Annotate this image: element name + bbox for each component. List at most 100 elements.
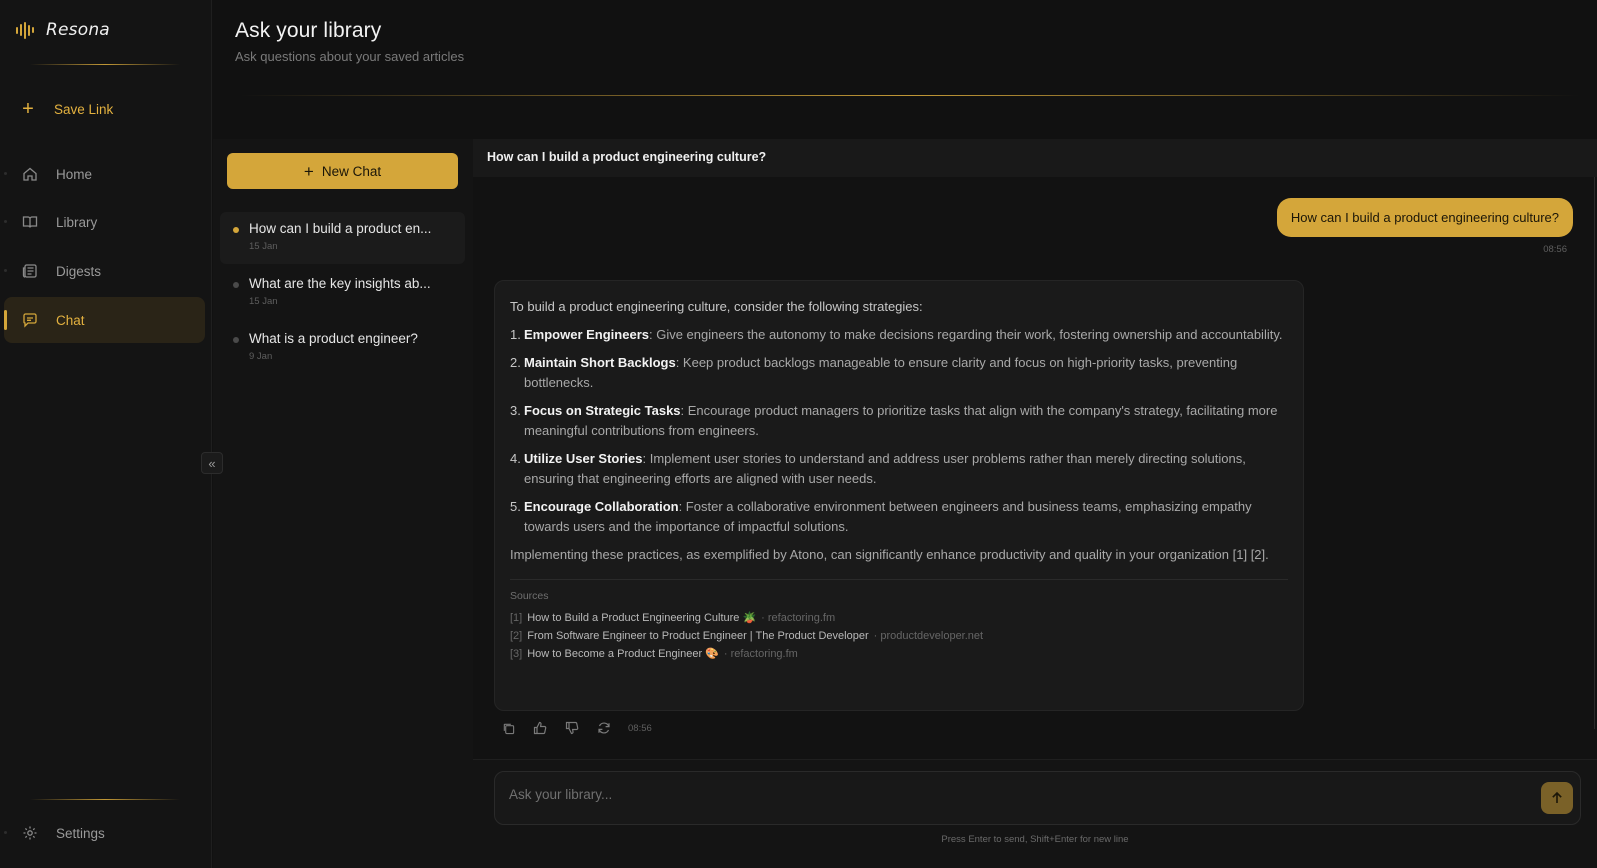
refresh-icon[interactable]	[596, 720, 612, 736]
list-number: 1.	[510, 327, 521, 342]
book-icon	[21, 214, 38, 231]
list-item: 3. Focus on Strategic Tasks: Encourage p…	[510, 401, 1288, 441]
nav-indicator	[4, 269, 7, 272]
page-title: Ask your library	[235, 19, 382, 42]
composer-area: Press Enter to send, Shift+Enter for new…	[473, 759, 1597, 868]
brand[interactable]: Resona	[16, 20, 110, 40]
new-chat-button[interactable]: + New Chat	[227, 153, 458, 189]
conversation-area[interactable]: How can I build a product engineering cu…	[473, 177, 1597, 759]
chat-status-dot	[233, 337, 239, 343]
list-item: 4. Utilize User Stories: Implement user …	[510, 449, 1288, 489]
chat-history-item[interactable]: What are the key insights ab... 15 Jan	[220, 267, 465, 319]
source-domain: · refactoring.fm	[723, 648, 798, 660]
home-icon	[21, 166, 38, 183]
sidebar-item-label: Chat	[56, 312, 85, 328]
page-subtitle: Ask questions about your saved articles	[235, 49, 465, 64]
source-domain: · productdeveloper.net	[873, 630, 984, 642]
message-actions: 08:56	[500, 720, 652, 736]
gear-icon	[21, 825, 38, 842]
sources-label: Sources	[510, 590, 549, 602]
sidebar-item-label: Home	[56, 166, 93, 182]
divider	[30, 64, 180, 65]
sidebar-item-digests[interactable]: Digests	[4, 248, 205, 294]
nav-indicator	[4, 831, 7, 834]
sidebar-item-library[interactable]: Library	[4, 199, 205, 245]
source-index: [2]	[510, 630, 523, 642]
conversation-title: How can I build a product engineering cu…	[473, 139, 1597, 177]
list-item: 5. Encourage Collaboration: Foster a col…	[510, 497, 1288, 537]
source-link[interactable]: [1] How to Build a Product Engineering Cu…	[510, 609, 1288, 627]
composer-hint: Press Enter to send, Shift+Enter for new…	[941, 834, 1129, 845]
list-number: 4.	[510, 451, 521, 466]
nav-indicator	[4, 220, 7, 223]
divider	[30, 799, 180, 800]
save-link-button[interactable]: + Save Link	[20, 99, 113, 119]
point-title: Empower Engineers	[524, 327, 649, 342]
nav-indicator	[4, 172, 7, 175]
collapse-sidebar-button[interactable]: «	[201, 452, 223, 474]
chat-status-dot	[233, 227, 239, 233]
point-title: Maintain Short Backlogs	[524, 355, 676, 370]
arrow-up-icon	[1552, 791, 1562, 803]
user-message-time: 08:56	[1543, 244, 1567, 255]
plus-icon: +	[22, 98, 34, 120]
list-number: 5.	[510, 499, 521, 514]
send-button[interactable]	[1541, 782, 1573, 814]
chat-history-item[interactable]: What is a product engineer? 9 Jan	[220, 322, 465, 374]
plus-icon: +	[303, 161, 314, 181]
copy-icon[interactable]	[500, 720, 516, 736]
sidebar-item-label: Settings	[56, 825, 105, 841]
source-title: How to Become a Product Engineer 🎨	[527, 648, 719, 660]
chat-status-dot	[233, 282, 239, 288]
sidebar-item-label: Digests	[56, 263, 102, 279]
sources-section: Sources [1] How to Build a Product Engine…	[510, 579, 1288, 663]
chat-icon	[21, 312, 38, 329]
sidebar-item-settings[interactable]: Settings	[4, 810, 205, 856]
save-link-label: Save Link	[54, 101, 114, 117]
chat-title: What is a product engineer?	[249, 331, 418, 346]
source-index: [1]	[510, 612, 523, 624]
sidebar: Resona + Save Link Home Library Digests …	[0, 0, 212, 868]
user-message: How can I build a product engineering cu…	[1276, 198, 1573, 237]
header-divider	[240, 95, 1580, 96]
source-link[interactable]: [2] From Software Engineer to Product Eng…	[510, 627, 1288, 645]
chat-history-item[interactable]: How can I build a product en... 15 Jan	[220, 212, 465, 264]
sidebar-item-home[interactable]: Home	[4, 151, 205, 197]
sidebar-item-chat[interactable]: Chat	[4, 297, 205, 343]
chat-title: What are the key insights ab...	[249, 276, 431, 291]
list-number: 2.	[510, 355, 521, 370]
assistant-message: To build a product engineering culture, …	[494, 280, 1304, 711]
point-text: : Give engineers the autonomy to make de…	[648, 327, 1283, 342]
chat-date: 9 Jan	[249, 351, 273, 362]
point-title: Encourage Collaboration	[524, 499, 679, 514]
source-domain: · refactoring.fm	[761, 612, 836, 624]
composer	[494, 771, 1581, 825]
list-item: 1. Empower Engineers: Give engineers the…	[510, 325, 1288, 345]
chat-title: How can I build a product en...	[249, 221, 432, 236]
chat-date: 15 Jan	[249, 241, 278, 252]
brand-name: Resona	[46, 20, 110, 40]
sidebar-item-label: Library	[56, 214, 98, 230]
point-title: Focus on Strategic Tasks	[524, 403, 681, 418]
chat-history-panel: + New Chat How can I build a product en.…	[213, 139, 473, 868]
source-title: From Software Engineer to Product Engine…	[527, 630, 869, 642]
list-number: 3.	[510, 403, 521, 418]
chat-input[interactable]	[509, 772, 1509, 816]
answer-outro: Implementing these practices, as exempli…	[510, 547, 1269, 562]
scrollbar[interactable]	[1594, 177, 1595, 729]
new-chat-label: New Chat	[321, 163, 382, 179]
assistant-message-time: 08:56	[628, 722, 652, 734]
thumbs-down-icon[interactable]	[564, 720, 580, 736]
chevrons-left-icon: «	[208, 455, 216, 471]
source-link[interactable]: [3] How to Become a Product Engineer 🎨 · r…	[510, 645, 1288, 663]
answer-list: 1. Empower Engineers: Give engineers the…	[510, 325, 1288, 537]
nav-indicator	[4, 310, 7, 330]
chat-date: 15 Jan	[249, 296, 278, 307]
list-item: 2. Maintain Short Backlogs: Keep product…	[510, 353, 1288, 393]
thumbs-up-icon[interactable]	[532, 720, 548, 736]
source-title: How to Build a Product Engineering Cultu…	[527, 612, 757, 624]
source-index: [3]	[510, 648, 523, 660]
newspaper-icon	[21, 263, 38, 280]
point-title: Utilize User Stories	[524, 451, 643, 466]
waveform-logo-icon	[16, 21, 34, 39]
